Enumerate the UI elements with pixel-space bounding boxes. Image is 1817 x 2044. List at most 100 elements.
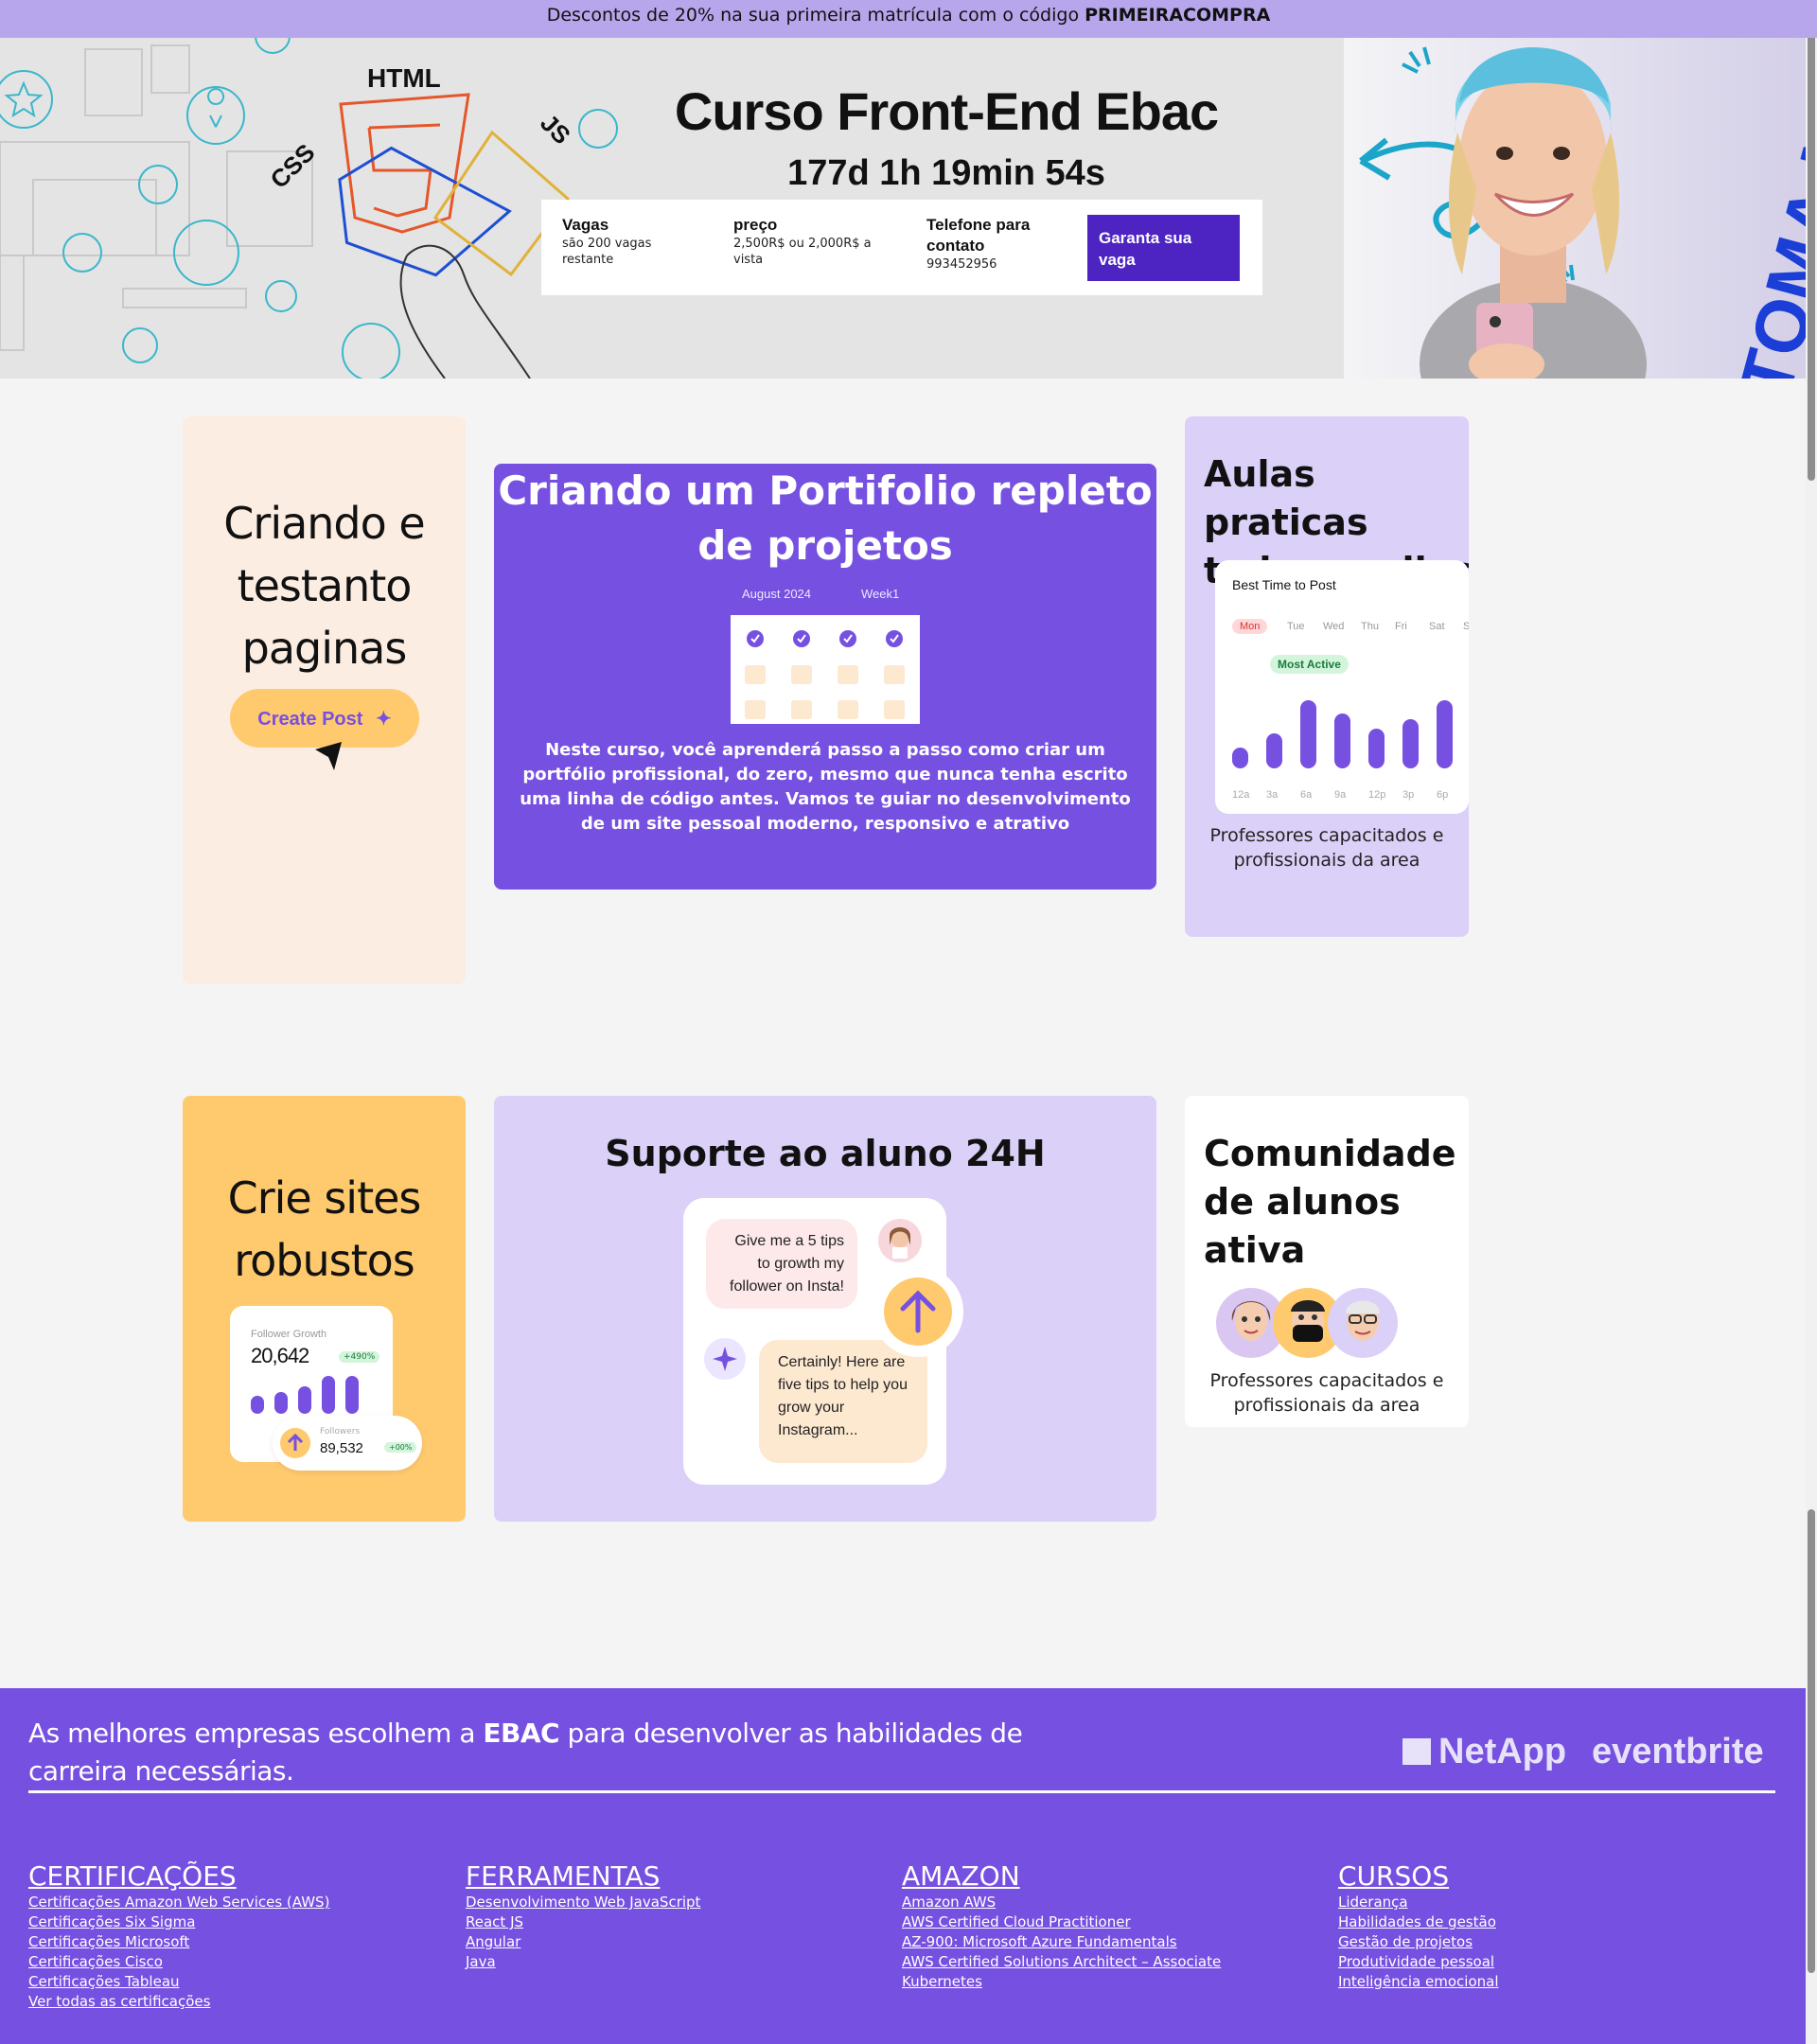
eventbrite-logo: eventbrite — [1592, 1732, 1764, 1771]
hour-label: 3p — [1402, 789, 1415, 801]
card-practice-classes: Aulas praticas todos os dias Best Time t… — [1185, 416, 1469, 937]
footer-link[interactable]: Amazon AWS — [902, 1893, 1221, 1912]
footer-column-cursos: CURSOS Liderança Habilidades de gestão G… — [1338, 1860, 1498, 1992]
day-label: Fri — [1395, 621, 1407, 632]
card-testing-pages: Criando e testanto paginas Create Post ✦ — [183, 416, 466, 984]
growth-label: Follower Growth — [251, 1329, 327, 1340]
card-robust-title: Crie sites robustos — [227, 1172, 422, 1286]
footer-heading[interactable]: CERTIFICAÇÕES — [28, 1860, 329, 1893]
promo-bar: Descontos de 20% na sua primeira matrícu… — [0, 0, 1817, 38]
info-label: preço — [733, 216, 778, 234]
course-info-box: Vagas são 200 vagas restante preço 2,500… — [541, 200, 1262, 295]
growth-badge: +490% — [339, 1351, 380, 1363]
footer-link[interactable]: Habilidades de gestão — [1338, 1912, 1498, 1932]
growth-bar — [345, 1376, 359, 1414]
footer-link[interactable]: AWS Certified Solutions Architect – Asso… — [902, 1952, 1221, 1972]
footer-heading[interactable]: CURSOS — [1338, 1860, 1498, 1893]
info-label: Vagas — [562, 216, 609, 234]
info-value: 993452956 — [926, 257, 997, 272]
hour-label: 12p — [1368, 789, 1386, 801]
create-post-button[interactable]: Create Post ✦ — [230, 689, 419, 748]
footer-link[interactable]: Produtividade pessoal — [1338, 1952, 1498, 1972]
footer-link[interactable]: Inteligência emocional — [1338, 1972, 1498, 1992]
promo-text: Descontos de 20% na sua primeira matrícu… — [546, 5, 1085, 26]
scrollbar-thumb-bottom[interactable] — [1808, 1509, 1815, 1973]
followers-card: Followers 89,532 +00% — [273, 1416, 422, 1471]
html-label: HTML — [367, 63, 441, 93]
info-value: 2,500R$ ou 2,000R$ a vista — [733, 237, 872, 267]
footer-link[interactable]: Liderança — [1338, 1893, 1498, 1912]
footer-link[interactable]: Java — [466, 1952, 700, 1972]
footer-link[interactable]: AWS Certified Cloud Practitioner — [902, 1912, 1221, 1932]
growth-bar — [274, 1392, 288, 1414]
card-portfolio: Criando um Portifolio repleto de projeto… — [494, 464, 1156, 890]
activity-bar — [1300, 700, 1316, 768]
ai-sparkle-icon — [704, 1338, 746, 1380]
card-support: Suporte ao aluno 24H Give me a 5 tips to… — [494, 1096, 1156, 1522]
arrow-up-icon — [884, 1278, 952, 1346]
hour-label: 6p — [1437, 789, 1449, 801]
tagline-start: As melhores empresas escolhem a — [28, 1718, 484, 1749]
sparkle-icon: ✦ — [375, 708, 392, 730]
hero-title: Curso Front-End Ebac — [674, 81, 1219, 141]
footer-link[interactable]: Certificações Microsoft — [28, 1932, 329, 1952]
netapp-logo: NetApp — [1402, 1732, 1566, 1772]
info-telefone: Telefone para contato 993452956 — [926, 215, 1068, 273]
tagline-brand: EBAC — [483, 1718, 560, 1749]
followers-badge: +00% — [384, 1442, 417, 1453]
footer-link[interactable]: Desenvolvimento Web JavaScript — [466, 1893, 700, 1912]
footer-divider — [28, 1790, 1775, 1793]
activity-bar — [1334, 714, 1350, 768]
card-robust-sites: Crie sites robustos Follower Growth 20,6… — [183, 1096, 466, 1522]
followers-value: 89,532 — [320, 1440, 363, 1456]
calendar-month: August 2024 — [742, 587, 812, 601]
growth-value: 20,642 — [251, 1344, 309, 1367]
student-photo: TOMA NOTA TOMA NOTA TOMA NOTA — [1344, 38, 1808, 379]
footer-column-ferramentas: FERRAMENTAS Desenvolvimento Web JavaScri… — [466, 1860, 700, 1972]
day-label: Tue — [1287, 621, 1305, 632]
countdown-timer: 177d 1h 19min 54s — [787, 153, 1105, 193]
garanta-vaga-button[interactable]: Garanta sua vaga — [1087, 215, 1240, 281]
most-active-badge: Most Active — [1270, 655, 1349, 674]
chart-title: Best Time to Post — [1232, 577, 1336, 592]
info-preco: preço 2,500R$ ou 2,000R$ a vista — [733, 215, 885, 268]
student-avatars — [1216, 1288, 1398, 1358]
footer-link[interactable]: Certificações Six Sigma — [28, 1912, 329, 1932]
promo-code: PRIMEIRACOMPRA — [1085, 5, 1271, 26]
activity-bar — [1232, 748, 1248, 768]
footer-link[interactable]: Ver todas as certificações — [28, 1992, 329, 2012]
footer: As melhores empresas escolhem a EBAC par… — [0, 1688, 1806, 2044]
footer-link[interactable]: React JS — [466, 1912, 700, 1932]
footer-heading[interactable]: AMAZON — [902, 1860, 1221, 1893]
send-button[interactable] — [873, 1266, 963, 1357]
hour-label: 3a — [1266, 789, 1279, 801]
card-community: Comunidade de alunos ativa Professores c… — [1185, 1096, 1469, 1427]
footer-link[interactable]: Certificações Cisco — [28, 1952, 329, 1972]
footer-link[interactable]: Gestão de projetos — [1338, 1932, 1498, 1952]
activity-bar — [1368, 729, 1385, 768]
growth-bar — [298, 1386, 311, 1414]
footer-heading[interactable]: FERRAMENTAS — [466, 1860, 700, 1893]
chat-question-bubble: Give me a 5 tips to growth my follower o… — [706, 1219, 857, 1309]
card-community-title: Comunidade de alunos ativa — [1204, 1133, 1456, 1271]
info-label: Telefone para contato — [926, 216, 1031, 255]
footer-link[interactable]: Certificações Tableau — [28, 1972, 329, 1992]
scrollbar-thumb-top[interactable] — [1808, 17, 1815, 481]
day-label: S — [1463, 621, 1469, 632]
followers-label: Followers — [320, 1427, 361, 1436]
best-time-chart: Best Time to Post Mon Tue Wed Thu Fri Sa… — [1215, 560, 1469, 814]
info-value: são 200 vagas restante — [562, 237, 652, 267]
footer-column-certificacoes: CERTIFICAÇÕES Certificações Amazon Web S… — [28, 1860, 329, 2012]
arrow-up-icon — [280, 1428, 310, 1458]
footer-link[interactable]: Angular — [466, 1932, 700, 1952]
growth-bar — [322, 1376, 335, 1414]
hero-section: HTML CSS JS Curso Front-End Ebac 177d 1h… — [0, 38, 1817, 379]
page-scrollbar[interactable] — [1806, 0, 1817, 2044]
footer-link[interactable]: Certificações Amazon Web Services (AWS) — [28, 1893, 329, 1912]
footer-link[interactable]: AZ-900: Microsoft Azure Fundamentals — [902, 1932, 1221, 1952]
card-portfolio-title: Criando um Portifolio repleto de projeto… — [498, 467, 1153, 569]
footer-link[interactable]: Kubernetes — [902, 1972, 1221, 1992]
footer-tagline: As melhores empresas escolhem a EBAC par… — [28, 1715, 1032, 1790]
day-label: Sat — [1429, 621, 1445, 632]
card-community-caption: Professores capacitados e profissionais … — [1209, 1370, 1444, 1416]
